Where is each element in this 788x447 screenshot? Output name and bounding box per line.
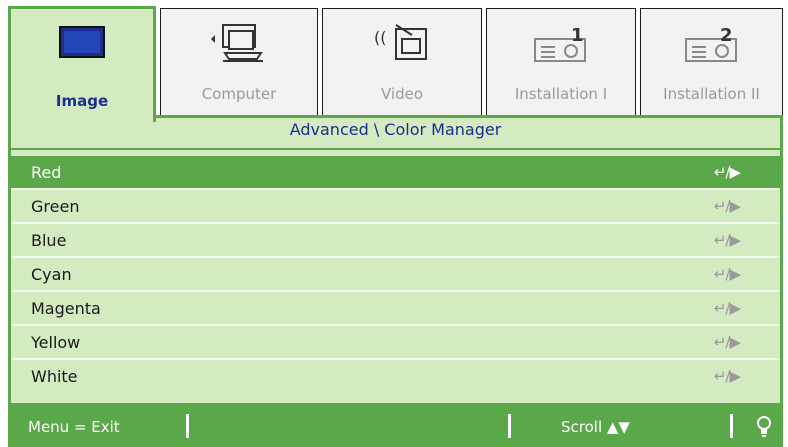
menu-item-label: Red <box>31 163 62 182</box>
status-bar: Menu = Exit Scroll ▲▼ <box>8 406 783 447</box>
enter-arrow-icon: ↵/▶ <box>713 299 741 317</box>
enter-arrow-icon: ↵/▶ <box>713 333 741 351</box>
tab-video[interactable]: (( Video <box>322 8 482 118</box>
computer-icon <box>211 24 263 62</box>
separator <box>186 414 189 438</box>
enter-arrow-icon: ↵/▶ <box>713 231 741 249</box>
svg-text:1: 1 <box>571 25 584 46</box>
tab-installation-2[interactable]: 2 Installation II <box>640 8 783 118</box>
tab-computer[interactable]: Computer <box>160 8 318 118</box>
enter-arrow-icon: ↵/▶ <box>713 163 741 181</box>
bulb-icon <box>757 416 771 437</box>
menu-item-label: Yellow <box>31 333 81 352</box>
installation-1-icon: 1 <box>534 25 586 62</box>
divider <box>11 148 780 150</box>
menu-item-label: Magenta <box>31 299 101 318</box>
menu-list: Red ↵/▶ Green ↵/▶ Blue ↵/▶ Cyan ↵/▶ Mage… <box>11 156 780 394</box>
enter-arrow-icon: ↵/▶ <box>713 265 741 283</box>
menu-item-label: White <box>31 367 78 386</box>
tab-label: Computer <box>201 85 277 103</box>
separator <box>730 414 733 438</box>
tab-installation-1[interactable]: 1 Installation I <box>486 8 636 118</box>
menu-exit-hint: Menu = Exit <box>28 418 120 436</box>
menu-panel: Advanced \ Color Manager Red ↵/▶ Green ↵… <box>8 118 783 406</box>
enter-arrow-icon: ↵/▶ <box>713 197 741 215</box>
scroll-hint: Scroll ▲▼ <box>561 418 630 436</box>
menu-item-yellow[interactable]: Yellow ↵/▶ <box>11 326 780 360</box>
svg-text:2: 2 <box>720 25 733 46</box>
osd-menu: Image Computer (( Video 1 Installation I… <box>0 0 788 447</box>
tab-label: Installation I <box>514 85 608 103</box>
svg-text:((: (( <box>374 28 386 47</box>
menu-item-cyan[interactable]: Cyan ↵/▶ <box>11 258 780 292</box>
breadcrumb: Advanced \ Color Manager <box>289 120 502 139</box>
menu-item-label: Green <box>31 197 80 216</box>
installation-2-icon: 2 <box>684 25 737 62</box>
menu-item-label: Cyan <box>31 265 72 284</box>
tab-image[interactable]: Image <box>8 6 156 122</box>
separator <box>508 414 511 438</box>
enter-arrow-icon: ↵/▶ <box>713 367 741 385</box>
video-icon: (( <box>374 24 427 60</box>
menu-item-red[interactable]: Red ↵/▶ <box>11 156 780 190</box>
tab-label: Installation II <box>663 85 760 103</box>
image-icon <box>59 26 105 58</box>
menu-item-magenta[interactable]: Magenta ↵/▶ <box>11 292 780 326</box>
tab-bar: Image Computer (( Video 1 Installation I… <box>8 0 783 122</box>
menu-item-blue[interactable]: Blue ↵/▶ <box>11 224 780 258</box>
menu-item-label: Blue <box>31 231 67 250</box>
tab-label: Video <box>380 85 424 103</box>
menu-item-green[interactable]: Green ↵/▶ <box>11 190 780 224</box>
tab-label: Image <box>55 92 109 110</box>
menu-item-white[interactable]: White ↵/▶ <box>11 360 780 394</box>
